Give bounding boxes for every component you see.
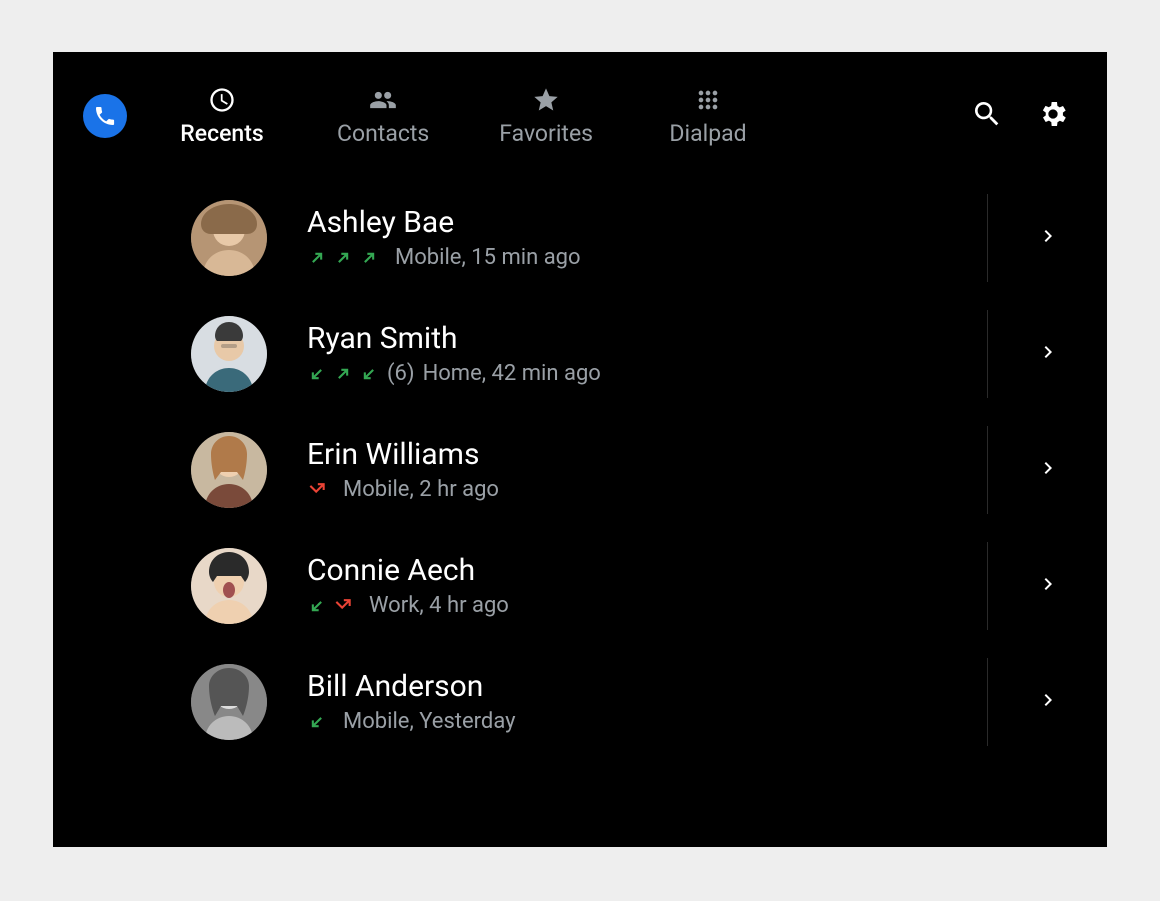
call-out-icon: [307, 248, 327, 268]
call-detail-button[interactable]: [987, 310, 1107, 398]
chevron-right-icon: [1036, 572, 1060, 600]
call-info: Bill Anderson Mobile, Yesterday: [307, 670, 987, 734]
tab-contacts[interactable]: Contacts: [337, 86, 429, 147]
avatar: [191, 316, 267, 392]
call-detail-button[interactable]: [987, 426, 1107, 514]
clock-icon: [208, 86, 236, 114]
phone-app-screen: Recents Contacts Favorites Dialpad: [53, 52, 1107, 847]
search-icon: [971, 98, 1003, 134]
star-icon: [532, 86, 560, 114]
chevron-right-icon: [1036, 224, 1060, 252]
call-in-icon: [307, 712, 327, 732]
avatar: [191, 432, 267, 508]
people-icon: [369, 86, 397, 114]
call-row[interactable]: Ryan Smith (6) Home, 42 min ago: [191, 296, 1107, 412]
call-detail: Home, 42 min ago: [423, 361, 601, 386]
call-detail-button[interactable]: [987, 194, 1107, 282]
call-missed-icon: [333, 596, 353, 616]
call-out-icon: [333, 248, 353, 268]
tab-label: Dialpad: [669, 120, 746, 147]
contact-name: Ryan Smith: [307, 322, 987, 355]
call-info: Erin Williams Mobile, 2 hr ago: [307, 438, 987, 502]
contact-name: Connie Aech: [307, 554, 987, 587]
call-count: (6): [387, 361, 415, 386]
call-detail: Work, 4 hr ago: [369, 593, 509, 618]
call-detail-button[interactable]: [987, 542, 1107, 630]
top-bar: Recents Contacts Favorites Dialpad: [53, 52, 1107, 180]
contact-name: Bill Anderson: [307, 670, 987, 703]
contact-name: Ashley Bae: [307, 206, 987, 239]
call-subline: (6) Home, 42 min ago: [307, 361, 987, 386]
settings-button[interactable]: [1033, 96, 1073, 136]
call-detail: Mobile, Yesterday: [343, 709, 516, 734]
search-button[interactable]: [967, 96, 1007, 136]
call-info: Connie Aech Work, 4 hr ago: [307, 554, 987, 618]
chevron-right-icon: [1036, 340, 1060, 368]
call-info: Ryan Smith (6) Home, 42 min ago: [307, 322, 987, 386]
call-subline: Mobile, 15 min ago: [307, 245, 987, 270]
call-in-icon: [359, 364, 379, 384]
call-subline: Mobile, 2 hr ago: [307, 477, 987, 502]
call-direction-icons: [307, 364, 379, 384]
phone-app-icon[interactable]: [83, 94, 127, 138]
tab-label: Contacts: [337, 120, 429, 147]
call-in-icon: [307, 596, 327, 616]
call-detail: Mobile, 15 min ago: [395, 245, 581, 270]
tab-label: Recents: [180, 120, 263, 147]
avatar: [191, 200, 267, 276]
gear-icon: [1037, 98, 1069, 134]
tab-recents[interactable]: Recents: [177, 86, 267, 147]
tab-label: Favorites: [499, 120, 593, 147]
avatar: [191, 664, 267, 740]
call-in-icon: [307, 364, 327, 384]
dialpad-icon: [694, 86, 722, 114]
chevron-right-icon: [1036, 456, 1060, 484]
call-direction-icons: [307, 248, 379, 268]
call-direction-icons: [307, 480, 327, 500]
tab-bar: Recents Contacts Favorites Dialpad: [177, 86, 753, 147]
contact-name: Erin Williams: [307, 438, 987, 471]
call-info: Ashley Bae Mobile, 15 min ago: [307, 206, 987, 270]
tab-favorites[interactable]: Favorites: [499, 86, 593, 147]
call-row[interactable]: Erin Williams Mobile, 2 hr ago: [191, 412, 1107, 528]
call-missed-icon: [307, 480, 327, 500]
call-row[interactable]: Bill Anderson Mobile, Yesterday: [191, 644, 1107, 760]
call-row[interactable]: Ashley Bae Mobile, 15 min ago: [191, 180, 1107, 296]
call-out-icon: [333, 364, 353, 384]
call-subline: Mobile, Yesterday: [307, 709, 987, 734]
call-direction-icons: [307, 712, 327, 732]
tab-dialpad[interactable]: Dialpad: [663, 86, 753, 147]
call-out-icon: [359, 248, 379, 268]
call-subline: Work, 4 hr ago: [307, 593, 987, 618]
recents-list: Ashley Bae Mobile, 15 min ago Ryan Smith: [53, 180, 1107, 760]
avatar: [191, 548, 267, 624]
call-direction-icons: [307, 596, 353, 616]
chevron-right-icon: [1036, 688, 1060, 716]
topbar-actions: [967, 96, 1073, 136]
call-detail-button[interactable]: [987, 658, 1107, 746]
call-row[interactable]: Connie Aech Work, 4 hr ago: [191, 528, 1107, 644]
call-detail: Mobile, 2 hr ago: [343, 477, 499, 502]
